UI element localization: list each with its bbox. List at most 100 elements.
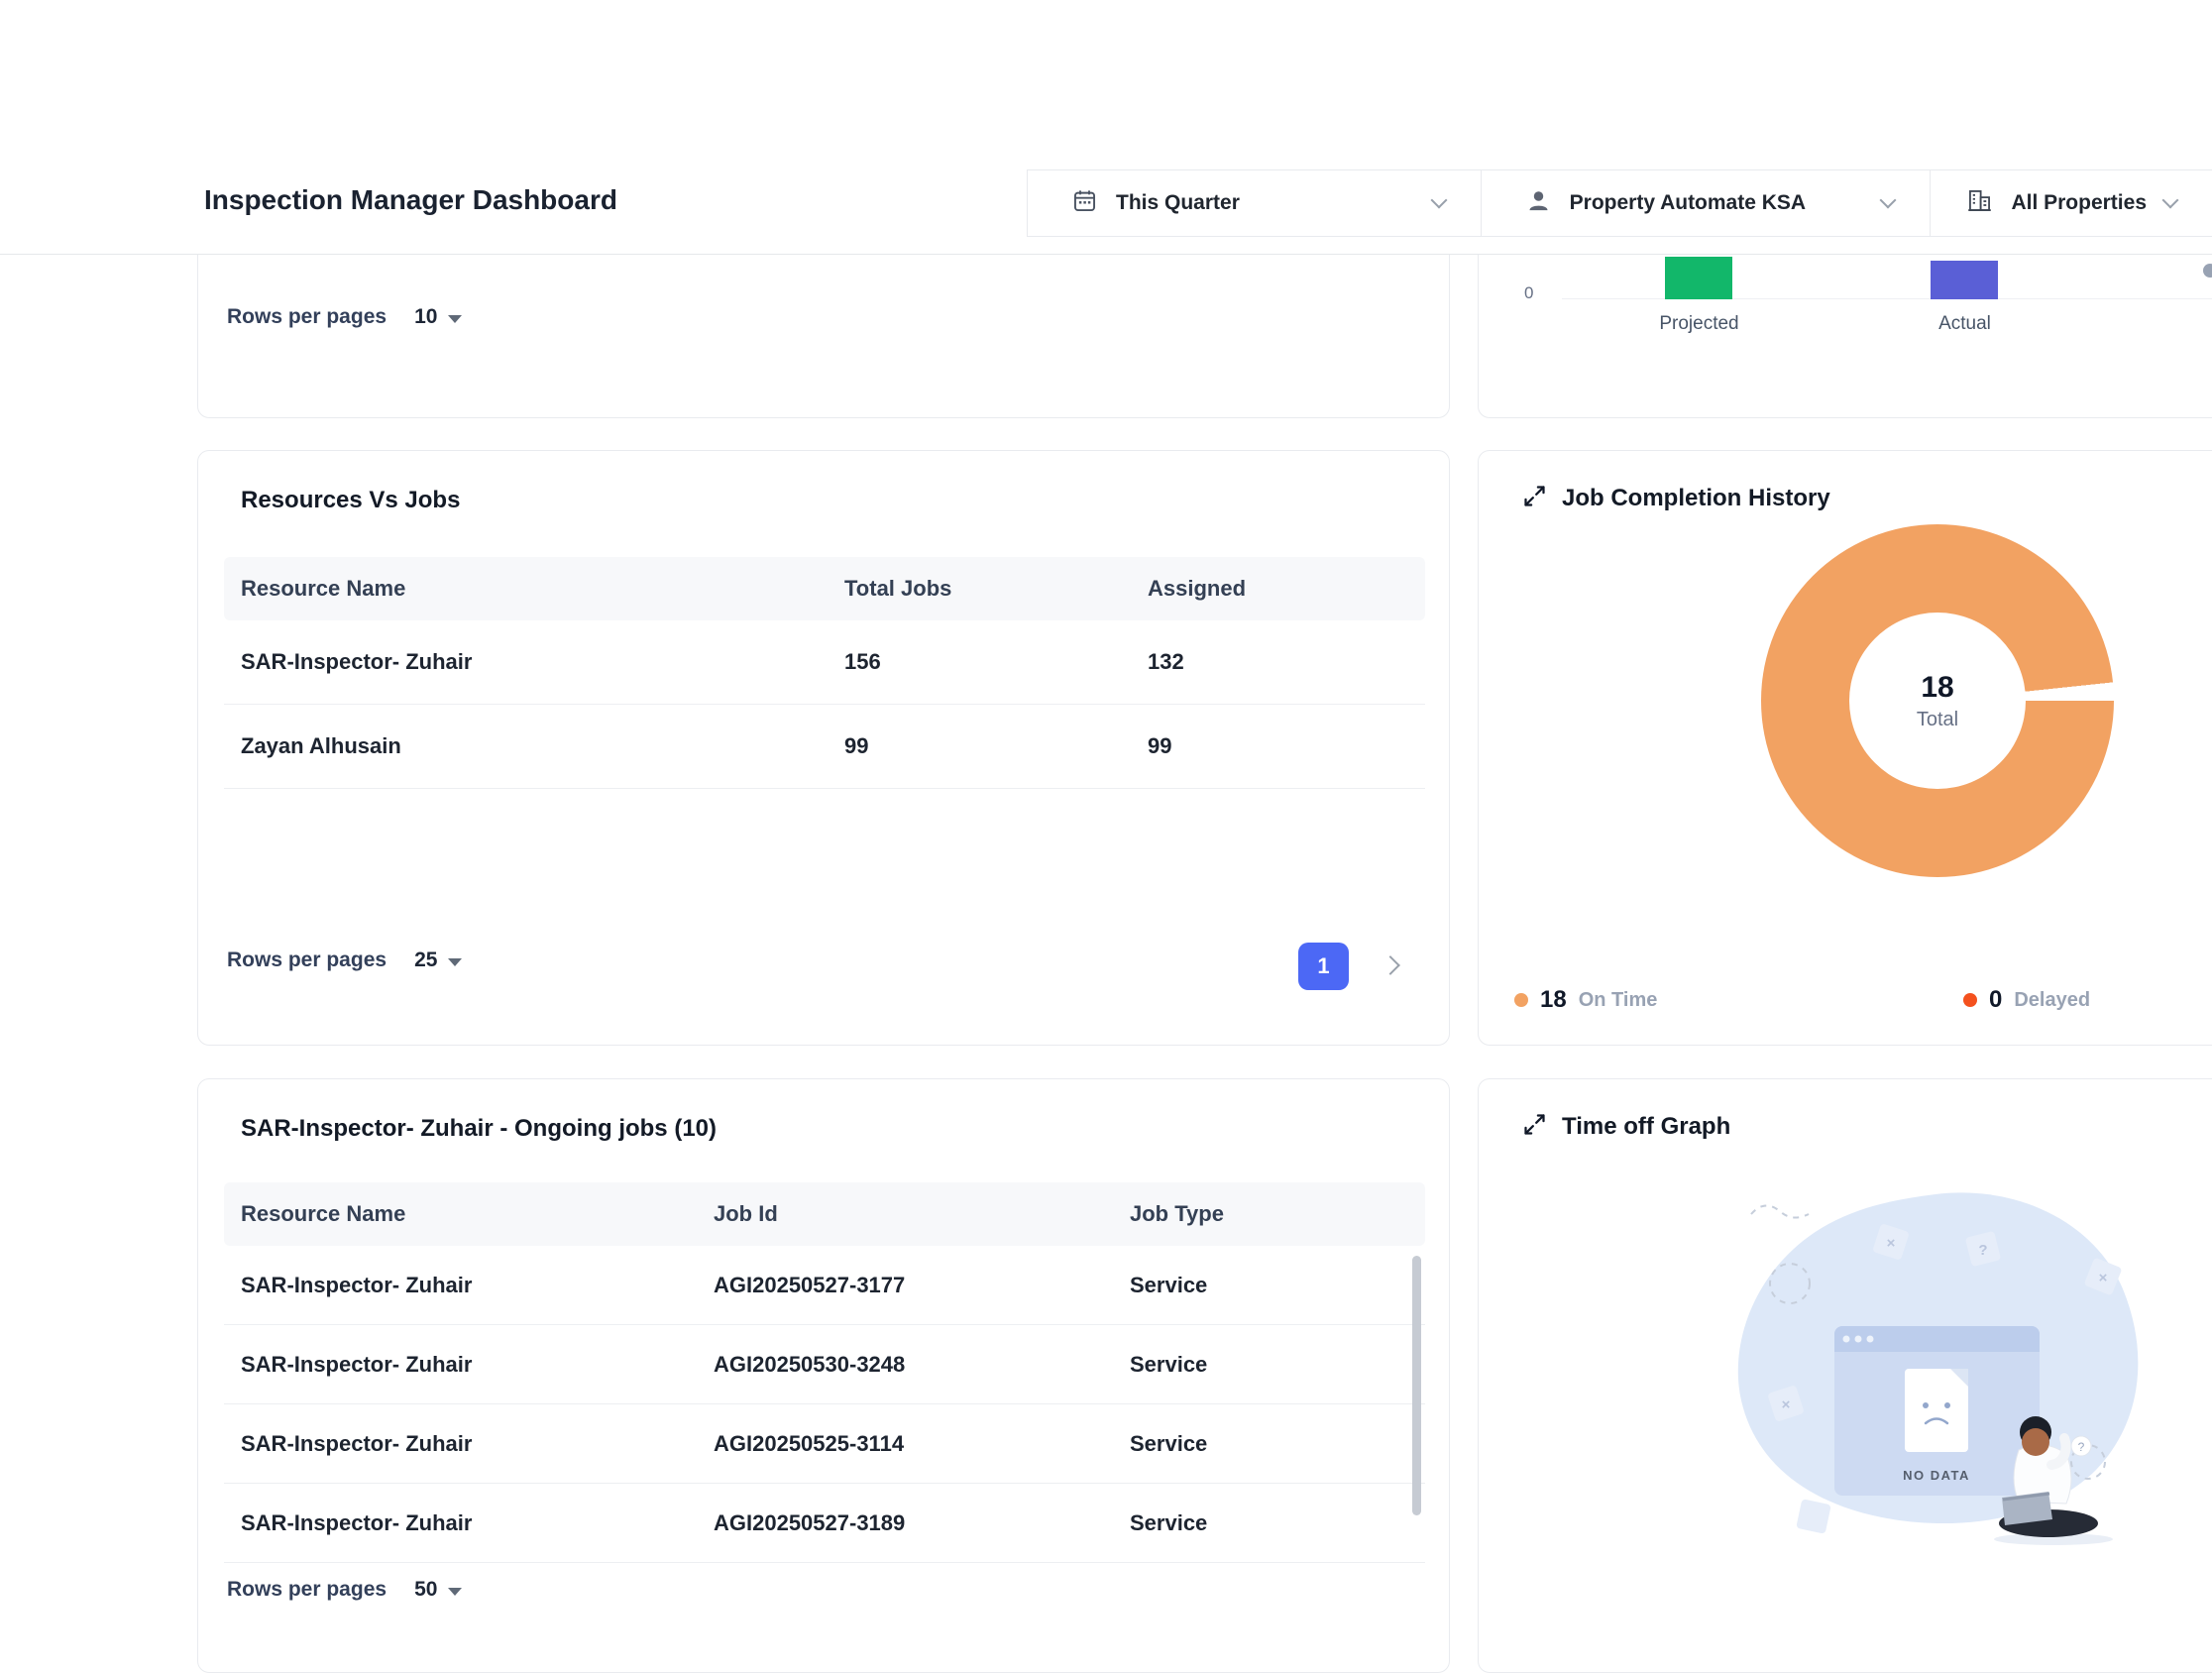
- rows-per-page-value: 10: [414, 305, 437, 329]
- expand-icon[interactable]: [1521, 1111, 1548, 1143]
- pagination-page-button[interactable]: 1: [1298, 943, 1349, 990]
- cell-resource-name: SAR-Inspector- Zuhair: [224, 1352, 697, 1378]
- cell-total-jobs: 156: [828, 649, 1131, 675]
- table-row[interactable]: SAR-Inspector- Zuhair AGI20250527-3189 S…: [224, 1484, 1425, 1563]
- filter-organization[interactable]: Property Automate KSA: [1482, 170, 1932, 236]
- cell-assigned: 99: [1131, 733, 1425, 759]
- card-title: Resources Vs Jobs: [241, 487, 460, 514]
- table-row[interactable]: SAR-Inspector- Zuhair AGI20250527-3177 S…: [224, 1246, 1425, 1325]
- cell-resource-name: SAR-Inspector- Zuhair: [224, 1431, 697, 1457]
- donut-total-label: Total: [1917, 709, 1958, 731]
- user-icon: [1525, 187, 1552, 219]
- caret-down-icon: [448, 958, 462, 966]
- cell-job-id: AGI20250530-3248: [697, 1352, 1113, 1378]
- svg-text:×: ×: [1887, 1235, 1896, 1252]
- cell-job-id: AGI20250527-3177: [697, 1273, 1113, 1298]
- dashboard-content: Rows per pages 10 0 Projected Actual Res…: [0, 255, 2212, 1673]
- cell-job-id: AGI20250527-3189: [697, 1510, 1113, 1536]
- column-header: Job Id: [697, 1201, 1113, 1227]
- cell-total-jobs: 99: [828, 733, 1131, 759]
- y-axis-zero-tick: 0: [1524, 283, 1533, 303]
- table-row[interactable]: Zayan Alhusain 99 99: [224, 705, 1425, 789]
- legend-dot-partial: [2203, 264, 2212, 278]
- calendar-icon: [1071, 187, 1098, 219]
- no-data-label: NO DATA: [1903, 1468, 1970, 1483]
- donut-center: 18 Total: [1849, 613, 2026, 789]
- legend-value: 18: [1540, 986, 1567, 1014]
- card-title: SAR-Inspector- Zuhair - Ongoing jobs (10…: [241, 1115, 717, 1143]
- svg-text:?: ?: [1978, 1242, 1987, 1259]
- rows-per-page-control[interactable]: Rows per pages 25: [227, 948, 462, 972]
- no-data-illustration: × ? × × NO DATA: [1700, 1182, 2159, 1545]
- chevron-down-icon: [1880, 192, 1897, 209]
- time-off-graph-card: Time off Graph × ?: [1478, 1078, 2212, 1673]
- cell-job-type: Service: [1113, 1431, 1425, 1457]
- rows-per-page-control[interactable]: Rows per pages 10: [227, 305, 462, 329]
- x-axis-line: [1562, 298, 2212, 299]
- column-header: Resource Name: [224, 1201, 697, 1227]
- top-table-card: Rows per pages 10: [197, 255, 1450, 418]
- cell-resource-name: SAR-Inspector- Zuhair: [224, 649, 828, 675]
- cell-job-type: Service: [1113, 1273, 1425, 1298]
- cell-job-type: Service: [1113, 1352, 1425, 1378]
- donut-total-value: 18: [1921, 671, 1953, 705]
- rows-per-page-value: 25: [414, 948, 437, 972]
- cell-job-id: AGI20250525-3114: [697, 1431, 1113, 1457]
- legend-label: Delayed: [2014, 989, 2090, 1012]
- table-row[interactable]: SAR-Inspector- Zuhair AGI20250530-3248 S…: [224, 1325, 1425, 1404]
- legend-value: 0: [1989, 986, 2002, 1014]
- rows-per-page-label: Rows per pages: [227, 305, 387, 329]
- table-row[interactable]: SAR-Inspector- Zuhair AGI20250525-3114 S…: [224, 1404, 1425, 1484]
- projected-vs-actual-card: 0 Projected Actual: [1478, 255, 2212, 418]
- column-header: Total Jobs: [828, 576, 1131, 602]
- filter-properties-value: All Properties: [2011, 191, 2147, 215]
- bar-actual: [1931, 261, 1998, 299]
- expand-icon[interactable]: [1521, 483, 1548, 514]
- resources-table: Resource Name Total Jobs Assigned SAR-In…: [224, 557, 1425, 789]
- column-header: Assigned: [1131, 576, 1425, 602]
- pagination-next-icon[interactable]: [1381, 955, 1400, 975]
- cell-resource-name: Zayan Alhusain: [224, 733, 828, 759]
- rows-per-page-label: Rows per pages: [227, 1578, 387, 1602]
- table-header: Resource Name Total Jobs Assigned: [224, 557, 1425, 620]
- resources-vs-jobs-card: Resources Vs Jobs Resource Name Total Jo…: [197, 450, 1450, 1046]
- card-title: Time off Graph: [1562, 1113, 1730, 1141]
- column-header: Job Type: [1113, 1201, 1425, 1227]
- dashboard-page: Inspection Manager Dashboard This Quarte…: [0, 0, 2212, 1673]
- filter-properties[interactable]: All Properties: [1931, 170, 2212, 236]
- svg-text:×: ×: [2099, 1270, 2108, 1286]
- filter-bar: This Quarter Property Automate KSA: [1027, 169, 2212, 237]
- filter-period-value: This Quarter: [1116, 191, 1240, 215]
- legend-on-time: 18 On Time: [1514, 986, 1657, 1014]
- legend-label: On Time: [1579, 989, 1658, 1012]
- svg-text:×: ×: [1782, 1396, 1791, 1413]
- job-completion-history-card: Job Completion History 18 Total 18 On Ti…: [1478, 450, 2212, 1046]
- table-scrollbar[interactable]: [1412, 1256, 1421, 1515]
- ongoing-jobs-card: SAR-Inspector- Zuhair - Ongoing jobs (10…: [197, 1078, 1450, 1673]
- bar-label-projected: Projected: [1627, 313, 1771, 335]
- svg-text:?: ?: [2078, 1440, 2085, 1454]
- filter-organization-value: Property Automate KSA: [1570, 191, 1806, 215]
- legend-delayed: 0 Delayed: [1963, 986, 2090, 1014]
- rows-per-page-control[interactable]: Rows per pages 50: [227, 1578, 462, 1602]
- rows-per-page-label: Rows per pages: [227, 948, 387, 972]
- ongoing-jobs-table: Resource Name Job Id Job Type SAR-Inspec…: [224, 1182, 1425, 1563]
- table-row[interactable]: SAR-Inspector- Zuhair 156 132: [224, 620, 1425, 705]
- chevron-down-icon: [2162, 192, 2179, 209]
- caret-down-icon: [448, 1588, 462, 1596]
- cell-job-type: Service: [1113, 1510, 1425, 1536]
- caret-down-icon: [448, 315, 462, 323]
- rows-per-page-value: 50: [414, 1578, 437, 1602]
- legend-dot-on-time: [1514, 993, 1528, 1007]
- table-header: Resource Name Job Id Job Type: [224, 1182, 1425, 1246]
- column-header: Resource Name: [224, 576, 828, 602]
- card-title: Job Completion History: [1562, 485, 1830, 512]
- donut-chart: 18 Total: [1761, 524, 2114, 877]
- bar-projected: [1665, 257, 1732, 299]
- cell-resource-name: SAR-Inspector- Zuhair: [224, 1510, 697, 1536]
- cell-assigned: 132: [1131, 649, 1425, 675]
- page-title: Inspection Manager Dashboard: [204, 184, 617, 216]
- chevron-down-icon: [1430, 192, 1447, 209]
- filter-period[interactable]: This Quarter: [1028, 170, 1482, 236]
- legend-dot-delayed: [1963, 993, 1977, 1007]
